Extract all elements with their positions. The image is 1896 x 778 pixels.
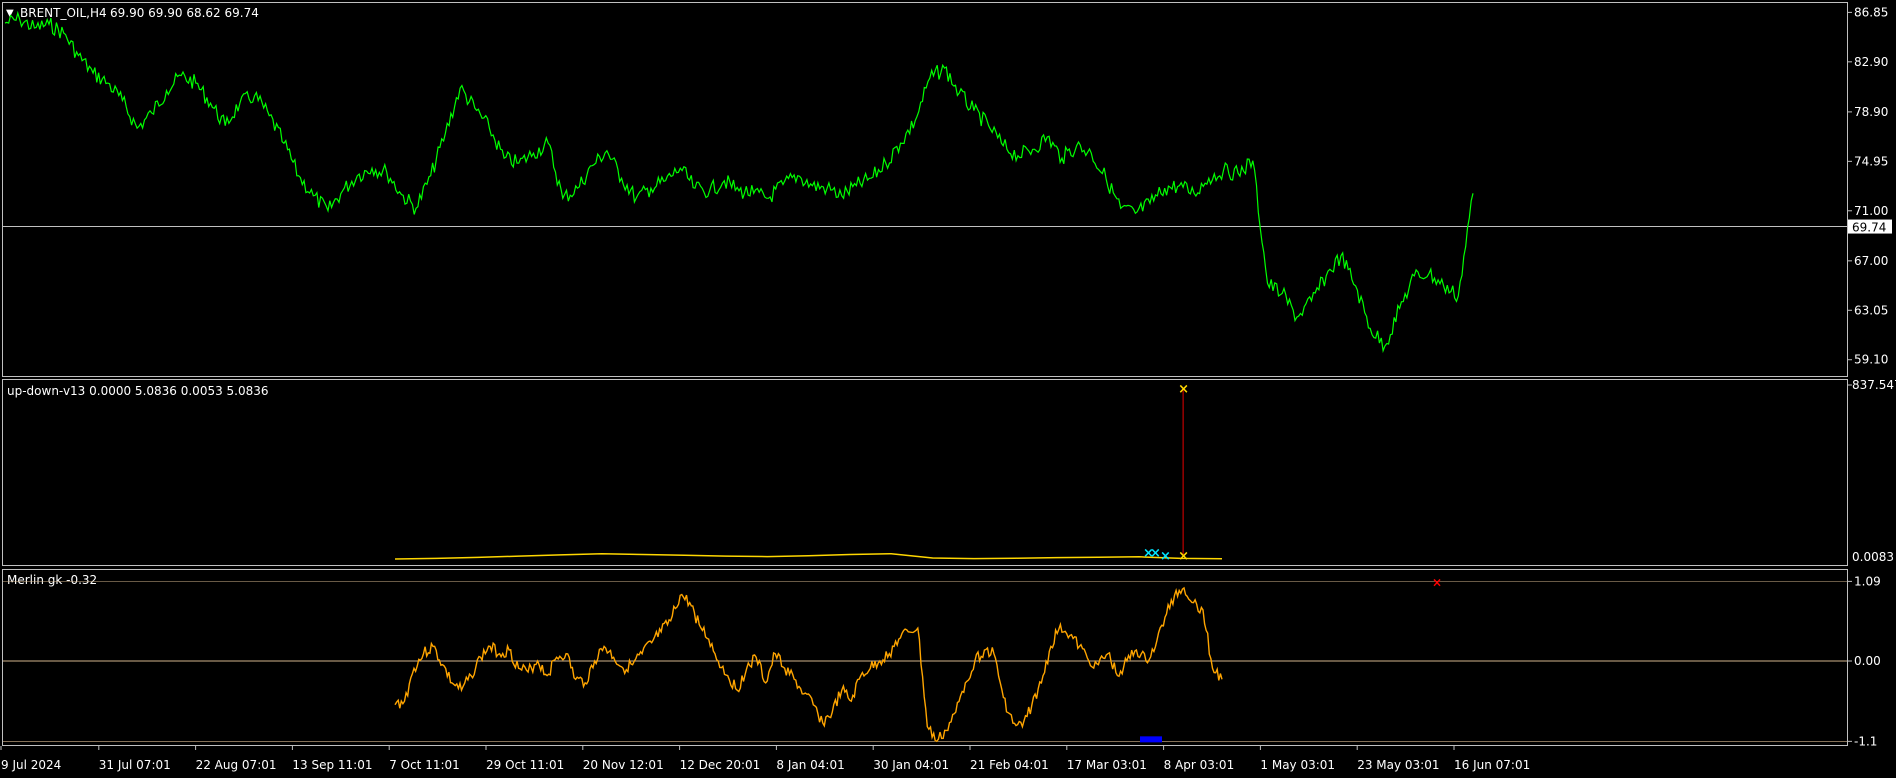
indicator2-high-marker: ×: [1432, 575, 1442, 589]
price-tick-label: 78.90: [1854, 105, 1888, 119]
indicator1-label: up-down-v13 0.0000 5.0836 0.0053 5.0836: [7, 384, 269, 398]
indicator2-label: Merlin gk -0.32: [7, 573, 97, 587]
time-tick-label: 8 Jan 04:01: [776, 758, 844, 772]
indicator1-low-marker: ×: [1178, 549, 1189, 564]
indicator1-pane-border: [2, 379, 1848, 566]
time-tick-label: 22 Aug 07:01: [196, 758, 277, 772]
time-tick-label: 16 Jun 07:01: [1454, 758, 1530, 772]
indicator1-line: [394, 552, 1223, 560]
indicator2-axis: 1.09 0.00 -1.1: [3, 574, 1881, 748]
indicator2-low-marker: [1140, 736, 1162, 743]
time-tick-label: 8 Apr 03:01: [1164, 758, 1235, 772]
time-axis: 9 Jul 2024 31 Jul 07:01 22 Aug 07:01 13 Sep…: [0, 746, 1530, 772]
price-tick-label: 59.10: [1854, 353, 1888, 367]
indicator1-bottom-value: 0.0083: [1852, 550, 1894, 564]
time-tick-label: 9 Jul 2024: [1, 758, 61, 772]
time-tick-label: 21 Feb 04:01: [970, 758, 1049, 772]
indicator1-axis: 837.547 0.0083: [1847, 378, 1896, 564]
price-tick-label: 86.85: [1854, 5, 1888, 19]
indicator2-pane-border: [2, 569, 1848, 746]
time-tick-label: 12 Dec 20:01: [680, 758, 761, 772]
price-line: [4, 10, 1474, 354]
indicator2-tick-label: 1.09: [1854, 574, 1881, 588]
indicator2-tick-label: 0.00: [1854, 654, 1881, 668]
time-tick-label: 23 May 03:01: [1357, 758, 1439, 772]
price-tick-label: 63.05: [1854, 303, 1888, 317]
price-tick-label: 82.90: [1854, 55, 1888, 69]
time-tick-label: 7 Oct 11:01: [389, 758, 460, 772]
ohlc-values: 69.90 69.90 68.62 69.74: [110, 6, 259, 20]
price-tick-label: 74.95: [1854, 154, 1888, 168]
chart-canvas: ▼ BRENT_OIL,H4 69.90 69.90 68.62 69.74 u…: [0, 2, 1896, 772]
time-tick-label: 20 Nov 12:01: [583, 758, 664, 772]
price-tick-label: 67.00: [1854, 254, 1888, 268]
price-tick-label: 71.00: [1854, 204, 1888, 218]
indicator1-plot: ×××× ×: [394, 382, 1223, 564]
time-tick-label: 17 Mar 03:01: [1067, 758, 1147, 772]
price-pane-border: [2, 2, 1848, 377]
price-axis: 86.85 82.90 78.90 74.95 71.00 67.00 63.05 59.10…: [3, 5, 1892, 367]
current-price-tag-label: 69.74: [1852, 221, 1886, 235]
time-tick-label: 13 Sep 11:01: [292, 758, 372, 772]
indicator2-plot: ×: [394, 575, 1442, 743]
time-tick-label: 1 May 03:01: [1260, 758, 1335, 772]
price-plot: [4, 10, 1474, 354]
time-tick-label: 31 Jul 07:01: [99, 758, 171, 772]
indicator2-line: [394, 586, 1223, 743]
indicator1-cyan-marker: ×: [1160, 549, 1171, 564]
indicator2-tick-label: -1.1: [1854, 734, 1877, 748]
indicator1-spike-marker: ×: [1178, 382, 1189, 397]
symbol-label: BRENT_OIL,H4: [20, 6, 107, 20]
time-tick-label: 29 Oct 11:01: [486, 758, 564, 772]
indicator1-top-value: 837.547: [1852, 378, 1896, 392]
time-tick-label: 30 Jan 04:01: [873, 758, 949, 772]
